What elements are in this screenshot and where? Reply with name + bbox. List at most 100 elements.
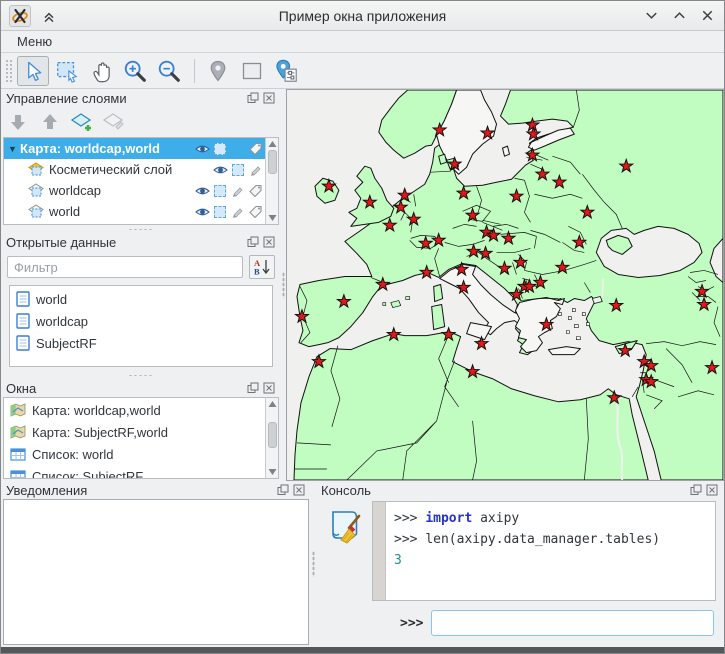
arrow-up-icon <box>40 112 60 132</box>
minimize-button[interactable] <box>642 7 660 25</box>
notifications-panel: Уведомления <box>1 481 311 647</box>
notifications-float-button[interactable] <box>276 483 290 497</box>
svg-text:B: B <box>254 267 260 277</box>
pin-tool-button[interactable] <box>202 56 234 86</box>
expander-icon[interactable]: ▼ <box>8 144 20 154</box>
selection-square-icon[interactable] <box>214 185 226 197</box>
table-icon <box>10 470 26 480</box>
add-layer-button[interactable] <box>69 110 95 134</box>
eye-icon[interactable] <box>195 206 210 218</box>
eye-icon[interactable] <box>195 185 210 197</box>
console-prompt: >>> <box>400 616 423 631</box>
windows-scrollbar[interactable] <box>265 398 278 478</box>
layer-move-up-button[interactable] <box>37 110 63 134</box>
selection-square-icon[interactable] <box>214 206 226 218</box>
pin-settings-tool-button[interactable] <box>270 56 302 86</box>
window-item-list1[interactable]: Список: world <box>4 443 265 465</box>
pencil-icon[interactable] <box>248 163 262 177</box>
tag-icon[interactable] <box>248 184 262 197</box>
eye-icon[interactable] <box>213 164 228 176</box>
edit-layer-button[interactable] <box>101 110 127 134</box>
scroll-up-icon[interactable] <box>268 400 277 408</box>
pan-hand-icon <box>89 59 113 83</box>
layer-disabled-icon <box>102 111 126 133</box>
layer-label: Карта: worldcap,world <box>20 141 160 156</box>
pencil-icon[interactable] <box>230 205 244 219</box>
select-tool-button[interactable] <box>17 56 49 86</box>
window-item-label: Список: SubjectRF <box>32 469 143 480</box>
notifications-close-button[interactable] <box>292 483 306 497</box>
eye-icon[interactable] <box>195 143 210 155</box>
scroll-down-icon[interactable] <box>268 214 277 222</box>
app-window: Пример окна приложения Меню <box>0 0 725 654</box>
layer-move-down-button[interactable] <box>5 110 31 134</box>
data-item-world[interactable]: world <box>10 288 272 310</box>
window-item-label: Карта: worldcap,world <box>32 403 161 418</box>
rectangle-tool-button[interactable] <box>236 56 268 86</box>
map-view[interactable] <box>286 89 724 481</box>
notifications-title: Уведомления <box>6 483 274 498</box>
close-box-icon <box>263 92 275 104</box>
open-data-close-button[interactable] <box>262 235 276 249</box>
collapse-titlebar-button[interactable] <box>39 6 59 26</box>
layer-row-worldcap[interactable]: worldcap <box>4 180 265 201</box>
pencil-icon[interactable] <box>230 184 244 198</box>
double-chevron-up-icon <box>41 8 57 24</box>
splitter-handle[interactable] <box>1 371 281 379</box>
layer-row-world[interactable]: world <box>4 201 265 222</box>
window-item-list2[interactable]: Список: SubjectRF <box>4 465 265 479</box>
layers-panel: Управление слоями <box>1 89 281 233</box>
selection-square-icon[interactable] <box>232 164 244 176</box>
bosporus-strait <box>602 278 603 296</box>
layer-row-cosmetic[interactable]: Косметический слой <box>4 159 265 180</box>
zoom-out-icon <box>156 58 182 84</box>
windows-close-button[interactable] <box>262 381 276 395</box>
table-doc-icon <box>16 335 30 351</box>
cosmetic-layer-icon <box>28 162 45 177</box>
marquee-select-tool-button[interactable] <box>51 56 83 86</box>
console-close-button[interactable] <box>705 483 719 497</box>
maximize-button[interactable] <box>670 7 688 25</box>
console-output[interactable]: >>> import axipy>>> len(axipy.data_manag… <box>372 501 716 601</box>
scroll-down-icon[interactable] <box>268 468 277 476</box>
console-gutter <box>373 502 386 600</box>
data-item-subjectrf[interactable]: SubjectRF <box>10 332 272 354</box>
filter-input[interactable] <box>7 256 243 278</box>
clear-console-button[interactable] <box>326 507 364 550</box>
table-icon <box>10 448 26 461</box>
window-item-map2[interactable]: Карта: SubjectRF,world <box>4 421 265 443</box>
pan-tool-button[interactable] <box>85 56 117 86</box>
map-canvas <box>287 90 723 480</box>
close-box-icon <box>293 484 305 496</box>
windows-float-button[interactable] <box>246 381 260 395</box>
layer-row-map[interactable]: ▼ Карта: worldcap,world <box>4 138 265 159</box>
maximize-icon <box>672 8 687 23</box>
console-input[interactable] <box>431 610 714 636</box>
zoom-in-tool-button[interactable] <box>119 56 151 86</box>
window-item-map1[interactable]: Карта: worldcap,world <box>4 399 265 421</box>
map-icon <box>10 425 26 439</box>
app-icon[interactable] <box>9 5 31 27</box>
zoom-out-tool-button[interactable] <box>153 56 185 86</box>
layer-icon <box>28 183 45 198</box>
splitter-handle[interactable] <box>1 225 281 233</box>
data-item-worldcap[interactable]: worldcap <box>10 310 272 332</box>
toolbar-grip[interactable] <box>5 59 13 83</box>
open-data-float-button[interactable] <box>246 235 260 249</box>
selection-square-icon[interactable] <box>214 143 226 155</box>
windows-panel: Окна Карта: worldcap,world <box>1 379 281 481</box>
tag-icon[interactable] <box>248 142 262 155</box>
menu-item[interactable]: Меню <box>13 34 56 49</box>
layers-float-button[interactable] <box>246 91 260 105</box>
layers-scrollbar[interactable] <box>265 138 278 224</box>
console-float-button[interactable] <box>689 483 703 497</box>
pin-icon <box>206 59 230 83</box>
close-button[interactable] <box>698 7 716 25</box>
layers-panel-title: Управление слоями <box>6 91 244 106</box>
main-toolbar <box>1 53 724 89</box>
sort-button[interactable]: A B <box>249 255 275 279</box>
scroll-up-icon[interactable] <box>268 140 277 148</box>
tag-icon[interactable] <box>248 205 262 218</box>
layer-label: worldcap <box>49 183 101 198</box>
layers-close-button[interactable] <box>262 91 276 105</box>
